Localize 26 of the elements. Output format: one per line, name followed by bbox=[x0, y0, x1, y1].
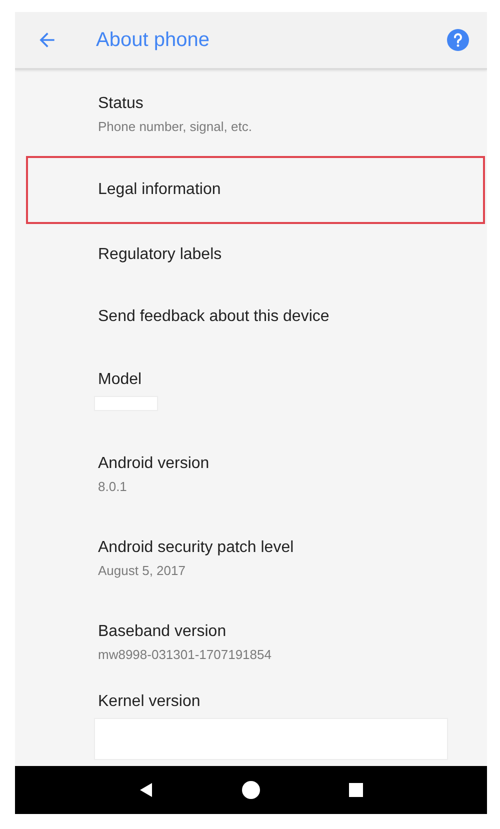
settings-item[interactable]: Status Phone number, signal, etc. bbox=[26, 72, 485, 156]
item-title: Legal information bbox=[98, 181, 222, 199]
settings-item[interactable]: Model bbox=[26, 348, 485, 432]
item-summary: August 5, 2017 bbox=[98, 562, 186, 578]
settings-item[interactable]: Android security patch level August 5, 2017 bbox=[26, 516, 485, 600]
settings-item[interactable]: Android version 8.0.1 bbox=[26, 432, 485, 516]
item-title: Send feedback about this device bbox=[98, 308, 330, 326]
item-title: Android version bbox=[98, 454, 210, 472]
settings-item[interactable]: Send feedback about this device bbox=[26, 286, 485, 348]
item-summary: 8.0.1 bbox=[98, 478, 128, 494]
help-icon[interactable] bbox=[446, 28, 470, 52]
item-title: Regulatory labels bbox=[98, 246, 223, 264]
back-icon[interactable] bbox=[139, 782, 153, 798]
home-icon[interactable] bbox=[241, 780, 261, 800]
item-summary: mw8998-031301-1707191854 bbox=[98, 646, 272, 662]
item-title: Android security patch level bbox=[98, 538, 295, 556]
item-summary: Phone number, signal, etc. bbox=[98, 118, 253, 134]
screen-title: About phone bbox=[96, 28, 210, 52]
item-title: Status bbox=[98, 94, 144, 112]
item-title: Kernel version bbox=[98, 693, 202, 711]
settings-item[interactable]: Regulatory labels bbox=[26, 224, 485, 286]
settings-item[interactable]: Kernel version bbox=[26, 684, 485, 766]
settings-item[interactable]: Legal information bbox=[26, 156, 485, 224]
settings-item[interactable]: Baseband version mw8998-031301-1707191854 bbox=[26, 600, 485, 684]
item-title: Baseband version bbox=[98, 622, 228, 640]
item-title: Model bbox=[98, 370, 143, 388]
